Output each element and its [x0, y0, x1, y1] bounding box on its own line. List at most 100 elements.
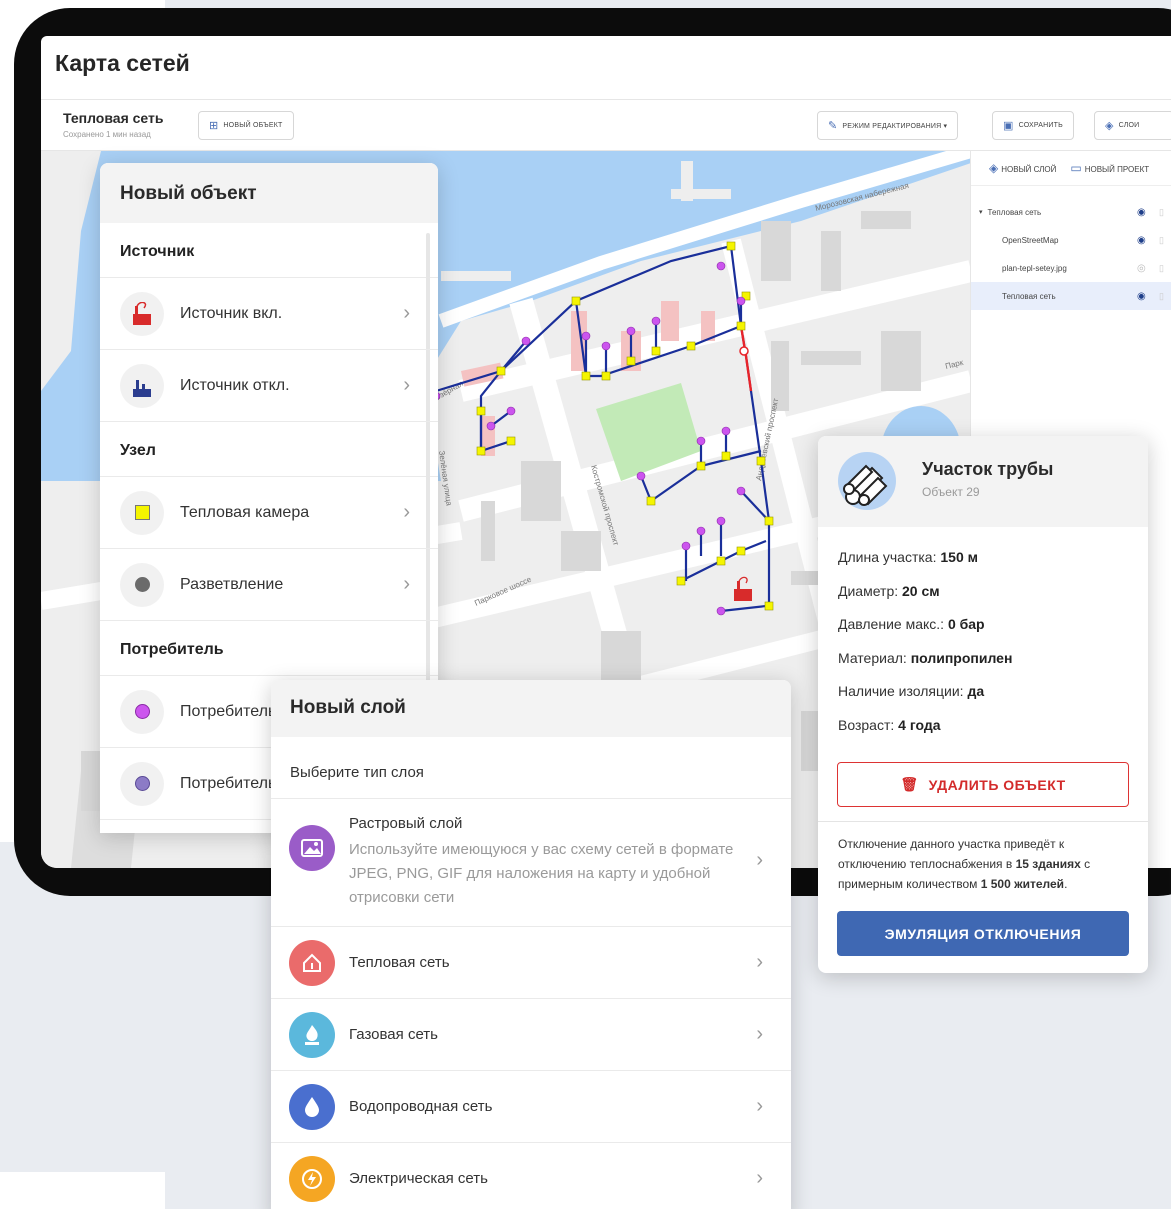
object-item-heat-chamber[interactable]: Тепловая камера › — [100, 477, 438, 549]
eye-icon[interactable]: ◉ — [1137, 235, 1159, 246]
layer-type-water[interactable]: Водопроводная сеть › — [271, 1071, 791, 1143]
prop-value: 20 см — [902, 582, 940, 599]
prop-value: 0 бар — [947, 616, 985, 632]
eye-icon[interactable]: ◉ — [1137, 207, 1159, 218]
object-item-label: Источник вкл. — [180, 304, 283, 322]
layer-type-title: Тепловая сеть — [349, 954, 450, 971]
new-layer-link[interactable]: ◈ новый слой — [989, 161, 1056, 175]
layer-type-title: Растровый слой — [349, 815, 463, 832]
new-layer-title: Новый слой — [271, 680, 791, 737]
object-item-label: Потребитель — [180, 702, 277, 720]
layers-icon: ◈ — [1105, 120, 1114, 132]
layer-label: plan-tepl-setey.jpg — [1002, 263, 1067, 273]
note-buildings: 15 зданиях — [1015, 857, 1081, 871]
layer-label: Тепловая сеть — [987, 207, 1042, 217]
source-on-icon — [120, 291, 164, 336]
violet-circle-icon — [120, 761, 164, 806]
layer-row-image[interactable]: plan-tepl-setey.jpg ◎ ▯ — [971, 254, 1171, 282]
new-project-link[interactable]: ▭ новый проект — [1070, 161, 1149, 175]
save-label: сохранить — [1018, 122, 1063, 129]
trash-icon[interactable]: ▯ — [1159, 291, 1171, 302]
folder-icon: ▭ — [1070, 161, 1082, 175]
chevron-right-icon: › — [756, 1167, 763, 1189]
layer-label: Тепловая сеть — [1002, 291, 1056, 301]
gas-flame-icon — [289, 1011, 335, 1058]
page-title: Карта сетей — [55, 50, 190, 76]
layer-label: OpenStreetMap — [1002, 235, 1059, 245]
layer-row-osm[interactable]: OpenStreetMap ◉ ▯ — [971, 226, 1171, 254]
prop-label: Давление макс.: — [838, 616, 948, 632]
object-item-branch[interactable]: Разветвление › — [100, 549, 438, 621]
save-button[interactable]: ▣ сохранить — [992, 111, 1074, 140]
layer-type-electric[interactable]: Электрическая сеть › — [271, 1143, 791, 1209]
gray-circle-icon — [120, 562, 164, 607]
section-title-consumer: Потребитель — [100, 621, 438, 676]
prop-value: полипропилен — [910, 649, 1013, 666]
object-item-label: Потребитель — [180, 774, 277, 792]
prop-label: Материал: — [838, 649, 911, 666]
object-item-label: Разветвление — [180, 575, 284, 593]
yellow-square-icon — [120, 490, 164, 535]
object-item-source-on[interactable]: Источник вкл. › — [100, 278, 438, 350]
prop-label: Возраст: — [838, 716, 899, 733]
chevron-right-icon: › — [756, 1095, 763, 1117]
layer-type-heat[interactable]: Тепловая сеть › — [271, 927, 791, 999]
caret-down-icon: ▾ — [979, 209, 983, 216]
prop-value: да — [967, 683, 985, 699]
note-text: . — [1064, 877, 1068, 891]
trash-icon[interactable]: ▯ — [1159, 235, 1171, 246]
source-off-icon — [120, 363, 164, 408]
layers-button[interactable]: ◈ слои — [1094, 111, 1171, 140]
layer-type-gas[interactable]: Газовая сеть › — [271, 999, 791, 1071]
delete-object-button[interactable]: 🗑 УДАЛИТЬ ОБЪЕКТ — [837, 762, 1129, 807]
save-icon: ▣ — [1003, 120, 1014, 132]
pipe-segment-panel: Участок трубы Объект 29 Длина участка: 1… — [818, 436, 1148, 973]
house-heat-icon — [289, 939, 335, 986]
chevron-right-icon: › — [756, 849, 763, 871]
prop-label: Диаметр: — [838, 582, 903, 599]
delete-object-label: УДАЛИТЬ ОБЪЕКТ — [928, 776, 1066, 793]
prop-value: 4 года — [898, 716, 941, 733]
new-object-title: Новый объект — [100, 163, 438, 223]
layer-type-description: Используйте имеющуюся у вас схему сетей … — [349, 841, 734, 906]
layer-type-title: Газовая сеть — [349, 1026, 438, 1043]
prop-material: Материал: полипропилен — [838, 650, 1128, 684]
toolbar: Тепловая сеть Сохранено 1 мин назад ⊞ но… — [41, 99, 1171, 151]
trash-icon[interactable]: ▯ — [1159, 207, 1171, 218]
prop-pressure: Давление макс.: 0 бар — [838, 616, 1128, 650]
chevron-right-icon: › — [756, 1023, 763, 1045]
object-item-source-off[interactable]: Источник откл. › — [100, 350, 438, 422]
layer-row-group[interactable]: ▾ Тепловая сеть ◉ ▯ — [971, 198, 1171, 226]
layer-row-heat-selected[interactable]: Тепловая сеть ◉ ▯ — [971, 282, 1171, 310]
object-item-label: Источник откл. — [180, 376, 290, 394]
new-object-icon: ⊞ — [209, 120, 219, 132]
new-layer-label: новый слой — [1001, 165, 1057, 174]
prop-value: 150 м — [940, 549, 978, 565]
chevron-right-icon: › — [403, 501, 410, 523]
prop-age: Возраст: 4 года — [838, 717, 1128, 751]
new-object-button[interactable]: ⊞ новый объект — [198, 111, 294, 140]
emulate-shutdown-button[interactable]: ЭМУЛЯЦИЯ ОТКЛЮЧЕНИЯ — [837, 911, 1129, 956]
new-layer-panel: Новый слой Выберите тип слоя Растровый с… — [271, 680, 791, 1209]
trash-icon[interactable]: ▯ — [1159, 263, 1171, 274]
edit-icon: ✎ — [828, 120, 838, 132]
layer-type-raster[interactable]: Растровый слой Используйте имеющуюся у в… — [271, 799, 791, 927]
eye-icon[interactable]: ◉ — [1137, 291, 1159, 302]
purple-circle-icon — [120, 689, 164, 734]
chevron-right-icon: › — [403, 302, 410, 324]
chevron-right-icon: › — [403, 573, 410, 595]
new-layer-subtitle: Выберите тип слоя — [271, 737, 791, 799]
section-title-source: Источник — [100, 223, 438, 278]
edit-mode-button[interactable]: ✎ режим редактирования ▾ — [817, 111, 959, 140]
pipe-properties: Длина участка: 150 м Диаметр: 20 см Давл… — [818, 527, 1148, 750]
lightning-icon — [289, 1155, 335, 1202]
layers-label: слои — [1118, 122, 1140, 129]
image-icon — [289, 825, 335, 871]
eye-hidden-icon[interactable]: ◎ — [1137, 263, 1159, 274]
layers-stack-icon: ◈ — [989, 161, 999, 175]
note-residents: 1 500 жителей — [980, 877, 1065, 891]
water-drop-icon — [289, 1083, 335, 1130]
trash-icon: 🗑 — [900, 776, 919, 792]
project-title: Тепловая сеть — [63, 110, 164, 126]
prop-label: Длина участка: — [838, 549, 941, 565]
